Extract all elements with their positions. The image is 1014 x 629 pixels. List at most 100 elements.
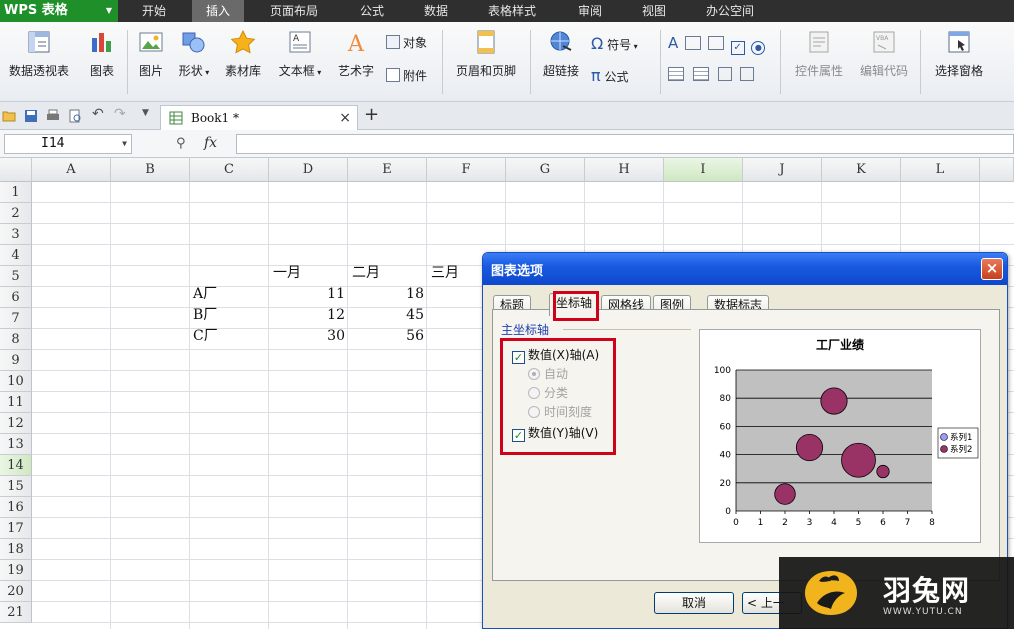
print-preview-icon[interactable] — [68, 109, 82, 123]
close-tab-icon[interactable]: × — [339, 106, 351, 130]
formula-input[interactable] — [236, 134, 1014, 154]
open-folder-icon[interactable] — [2, 109, 16, 123]
row-header[interactable]: 6 — [0, 287, 32, 308]
select-all-corner[interactable] — [0, 158, 32, 182]
symbol-button[interactable]: Ω 符号 ▾ — [591, 34, 638, 53]
tab-home[interactable]: 开始 — [128, 0, 180, 22]
row-header[interactable]: 1 — [0, 182, 32, 203]
column-header[interactable]: D — [269, 158, 348, 182]
column-header[interactable]: E — [348, 158, 427, 182]
spinner-control-icon[interactable] — [717, 67, 732, 81]
row-header[interactable]: 13 — [0, 434, 32, 455]
textbox-button[interactable]: A 文本框 ▾ — [272, 30, 328, 79]
shapes-button[interactable]: 形状 ▾ — [172, 30, 216, 79]
row-header[interactable]: 17 — [0, 518, 32, 539]
selection-pane-button[interactable]: 选择窗格 — [928, 30, 990, 79]
row-header[interactable]: 9 — [0, 350, 32, 371]
row-header[interactable]: 16 — [0, 497, 32, 518]
row-header[interactable]: 11 — [0, 392, 32, 413]
row-header[interactable]: 18 — [0, 539, 32, 560]
cell-f5[interactable]: 三月 — [431, 263, 459, 284]
column-header-selected[interactable]: I — [664, 158, 743, 182]
tab-insert[interactable]: 插入 — [192, 0, 244, 22]
cell-d6[interactable]: 11 — [269, 284, 345, 305]
column-header[interactable]: G — [506, 158, 585, 182]
row-header[interactable]: 20 — [0, 581, 32, 602]
tab-view[interactable]: 视图 — [628, 0, 680, 22]
radio-control-icon[interactable]: ● — [751, 41, 766, 55]
cell-c8[interactable]: C厂 — [193, 326, 218, 347]
chevron-down-icon[interactable]: ▼ — [122, 135, 127, 153]
row-header[interactable]: 19 — [0, 560, 32, 581]
row-header[interactable]: 4 — [0, 245, 32, 266]
column-header[interactable]: H — [585, 158, 664, 182]
scrollbar-control-icon[interactable] — [740, 67, 755, 81]
dialog-title-bar[interactable]: 图表选项 × — [483, 253, 1007, 285]
tab-review[interactable]: 审阅 — [564, 0, 616, 22]
column-header[interactable]: C — [190, 158, 269, 182]
row-header[interactable]: 3 — [0, 224, 32, 245]
hyperlink-button[interactable]: 超链接 — [538, 30, 584, 79]
tab-page-layout[interactable]: 页面布局 — [258, 0, 330, 22]
insert-function-icon[interactable]: fx — [204, 135, 217, 151]
material-library-button[interactable]: 素材库 — [220, 30, 266, 79]
column-header[interactable]: K — [822, 158, 901, 182]
row-header[interactable]: 5 — [0, 266, 32, 287]
cell-e8[interactable]: 56 — [348, 326, 424, 347]
wordart-button[interactable]: A 艺术字 — [334, 30, 378, 79]
cell-e5[interactable]: 二月 — [352, 263, 380, 284]
pivot-table-button[interactable]: 数据透视表 — [4, 30, 74, 79]
row-header[interactable]: 21 — [0, 602, 32, 623]
column-header[interactable]: L — [901, 158, 980, 182]
row-header[interactable]: 10 — [0, 371, 32, 392]
document-tab[interactable]: Book1 * × — [160, 105, 358, 130]
save-icon[interactable] — [24, 109, 38, 123]
row-header[interactable]: 12 — [0, 413, 32, 434]
checkbox-control-icon[interactable]: ✓ — [730, 41, 745, 55]
rectangle-control-icon[interactable] — [707, 36, 724, 50]
header-footer-button[interactable]: 页眉和页脚 — [450, 30, 522, 79]
edit-code-button[interactable]: VBA 编辑代码 — [854, 30, 914, 79]
column-header[interactable] — [980, 158, 1014, 182]
formula-button[interactable]: π 公式 — [591, 66, 628, 85]
cell-c6[interactable]: A厂 — [193, 284, 217, 305]
zoom-lens-icon[interactable]: ⚲ — [176, 136, 186, 151]
cell-d7[interactable]: 12 — [269, 305, 345, 326]
row-header[interactable]: 14 — [0, 455, 32, 476]
column-header[interactable]: F — [427, 158, 506, 182]
cell-d5[interactable]: 一月 — [273, 263, 301, 284]
column-header[interactable]: A — [32, 158, 111, 182]
control-properties-button[interactable]: 控件属性 — [790, 30, 848, 79]
tab-data[interactable]: 数据 — [410, 0, 462, 22]
new-tab-button[interactable]: + — [364, 104, 379, 125]
quick-access-dropdown-icon[interactable]: ▼ — [142, 108, 156, 122]
row-header[interactable]: 7 — [0, 308, 32, 329]
attachment-button[interactable]: 附件 — [386, 67, 427, 84]
label-control-icon[interactable]: A — [668, 34, 678, 52]
name-box[interactable]: I14 ▼ — [4, 134, 132, 154]
tab-table-style[interactable]: 表格样式 — [476, 0, 548, 22]
row-header[interactable]: 8 — [0, 329, 32, 350]
column-header[interactable]: B — [111, 158, 190, 182]
print-icon[interactable] — [46, 109, 60, 123]
tab-office-space[interactable]: 办公空间 — [694, 0, 766, 22]
redo-icon[interactable]: ↷ — [114, 106, 128, 122]
cancel-button[interactable]: 取消 — [654, 592, 734, 614]
app-menu-button[interactable]: WPS 表格 ▼ — [0, 0, 118, 22]
cell-d8[interactable]: 30 — [269, 326, 345, 347]
combobox-control-icon[interactable] — [692, 67, 709, 81]
row-header[interactable]: 2 — [0, 203, 32, 224]
close-icon[interactable]: × — [981, 258, 1003, 280]
object-button[interactable]: 对象 — [386, 34, 427, 51]
undo-icon[interactable]: ↶ — [92, 106, 106, 122]
picture-button[interactable]: 图片 — [134, 30, 168, 79]
cell-c7[interactable]: B厂 — [193, 305, 217, 326]
row-header[interactable]: 15 — [0, 476, 32, 497]
chart-button[interactable]: 图表 — [84, 30, 120, 79]
column-header[interactable]: J — [743, 158, 822, 182]
cell-e6[interactable]: 18 — [348, 284, 424, 305]
tab-formulas[interactable]: 公式 — [346, 0, 398, 22]
cell-e7[interactable]: 45 — [348, 305, 424, 326]
listbox-control-icon[interactable] — [668, 67, 684, 81]
groupbox-control-icon[interactable] — [685, 36, 702, 50]
